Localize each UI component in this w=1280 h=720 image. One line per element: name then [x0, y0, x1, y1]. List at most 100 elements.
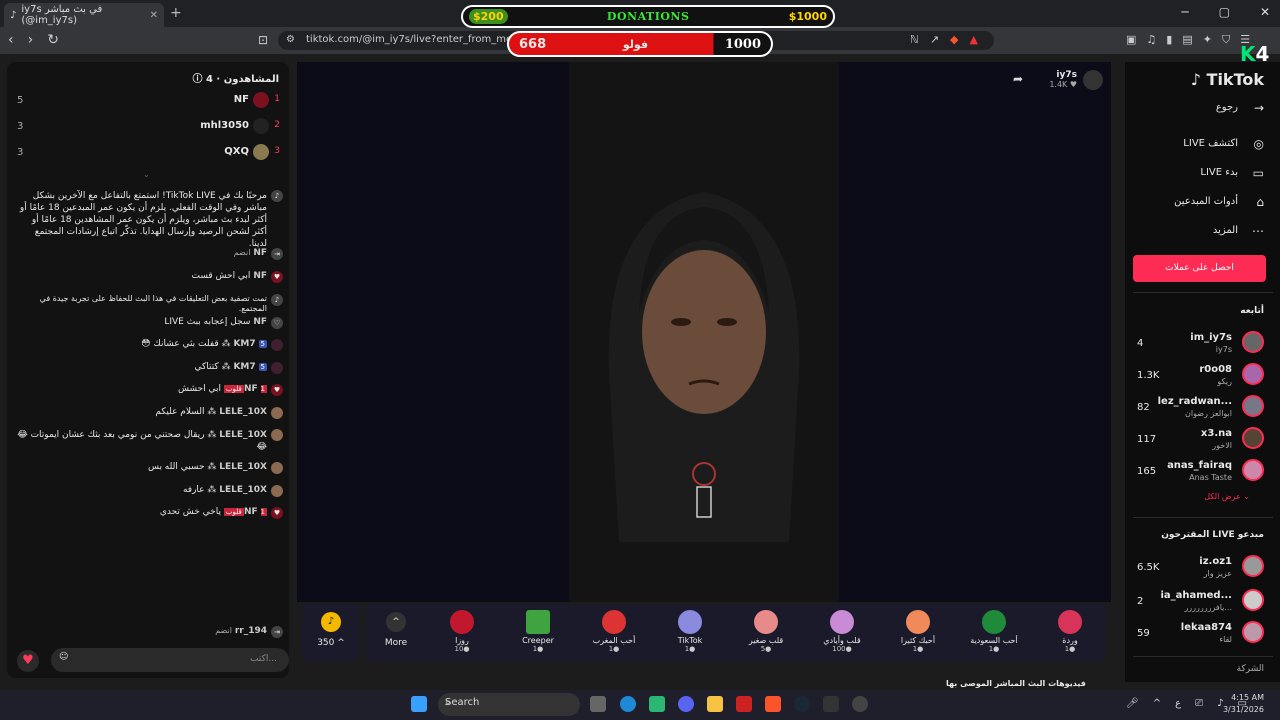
avatar: [253, 92, 269, 108]
donations-bar: $200 DONATIONS $1000: [461, 5, 835, 28]
translate-icon[interactable]: ℕ: [910, 33, 919, 46]
tiktok-logo[interactable]: ♪ TikTok: [1191, 70, 1264, 89]
file-explorer-icon[interactable]: [707, 696, 723, 712]
brave-shield-icon[interactable]: ◆: [950, 33, 958, 46]
chat-input[interactable]: ☺ اكتب...: [51, 648, 289, 672]
close-window-button[interactable]: ✕: [1260, 5, 1270, 19]
gift-item[interactable]: قلب صغير 5●: [736, 610, 796, 653]
new-tab-button[interactable]: +: [170, 5, 182, 21]
coin-balance[interactable]: ♪ 350 ^: [302, 604, 360, 661]
live-stream-stage: iy7s 1.4K ♥ ➦: [297, 62, 1111, 602]
browser-tab[interactable]: ♪ iy7s في بث مباشر (@im_iy7s) ✕: [4, 3, 164, 27]
like-button[interactable]: ♥: [17, 650, 39, 672]
site-info-icon[interactable]: ⚙: [286, 34, 295, 45]
expand-chevron-icon[interactable]: ⌄: [143, 170, 150, 179]
follow-label: فولو: [622, 37, 649, 51]
arrow-right-icon: →: [1253, 101, 1264, 115]
gift-item[interactable]: قلب وأيادي 100●: [812, 610, 872, 653]
suggested-item[interactable]: 59 lekaa874 لقاء: [1125, 620, 1280, 648]
streamer-likes: 1.4K: [1049, 80, 1068, 89]
task-view-icon[interactable]: [590, 696, 606, 712]
join-icon: ⇥: [271, 626, 283, 638]
app-icon[interactable]: [649, 696, 665, 712]
sidebar-icon[interactable]: ▮: [1166, 33, 1172, 47]
gift-item[interactable]: أحب السعودية 1●: [964, 610, 1024, 653]
viewer-rank-row[interactable]: 5 NF 1: [7, 90, 289, 112]
suggested-item[interactable]: 2 ia_ahamed... يافرررررررر...: [1125, 588, 1280, 616]
avatar: [271, 485, 283, 497]
minimize-button[interactable]: ─: [1181, 5, 1188, 19]
chat-message: ♥ NF 1 قلوب ابي احشش: [15, 384, 283, 396]
chat-message: ♥ NF 1 قلوب ياخي خش تحدي: [15, 507, 283, 519]
stream-video[interactable]: [569, 62, 839, 602]
close-tab-icon[interactable]: ✕: [150, 10, 158, 21]
maximize-button[interactable]: ▢: [1219, 5, 1230, 19]
nav-explore-live[interactable]: ◎ اكتشف LIVE: [1124, 137, 1264, 151]
following-item[interactable]: 117 x3.na الاخور: [1125, 426, 1280, 454]
microphone-icon[interactable]: 🎤︎: [1126, 698, 1139, 709]
back-button[interactable]: → رجوع: [1124, 101, 1264, 115]
network-icon[interactable]: ⎚: [1195, 698, 1203, 709]
streamer-info[interactable]: iy7s 1.4K ♥: [1049, 70, 1103, 90]
brave-rewards-icon[interactable]: ▲: [970, 33, 978, 46]
discord-icon[interactable]: [678, 696, 694, 712]
gift-item[interactable]: أحبك كثيرا 1●: [888, 610, 948, 653]
see-all-link[interactable]: عرض الكل ⌄: [1204, 492, 1250, 501]
extension-icons: ℕ ↗ ◆ ▲: [910, 33, 978, 46]
bookmark-icon[interactable]: ⊡: [258, 33, 268, 47]
share-icon[interactable]: ➦: [1013, 72, 1023, 86]
brave-browser-icon[interactable]: [765, 696, 781, 712]
nav-creator-tools[interactable]: ⌂ أدوات المبدعين: [1124, 195, 1264, 209]
tab-title: iy7s في بث مباشر (@im_iy7s): [21, 4, 103, 26]
avatar: [1242, 459, 1264, 481]
suggested-item[interactable]: 6.5K iz.oz1 عزيز وار: [1125, 554, 1280, 582]
gift-item[interactable]: وردة 1●: [1040, 610, 1100, 653]
following-item[interactable]: 1.3K r0o08 ريكو: [1125, 362, 1280, 390]
join-icon: ⇥: [271, 248, 283, 260]
company-link[interactable]: الشركة: [1237, 664, 1264, 674]
tiktok-sidebar: ♪ TikTok → رجوع ◎ اكتشف LIVE ▭ بدء LIVE ⌂ أد…: [1125, 62, 1280, 682]
get-coins-button[interactable]: احصل على عملات: [1133, 255, 1266, 282]
following-item[interactable]: 82 lez_radwan... ابوالعز رضوان: [1125, 394, 1280, 422]
nav-more[interactable]: ⋯ المزيد: [1124, 224, 1264, 238]
donations-current: $200: [469, 9, 508, 24]
gift-item[interactable]: Creeper 1●: [508, 610, 568, 653]
music-icon[interactable]: ♫: [1146, 33, 1156, 47]
capcut-icon[interactable]: [823, 696, 839, 712]
chevron-up-icon[interactable]: ^: [1153, 698, 1161, 709]
language-indicator[interactable]: ع: [1175, 698, 1181, 709]
vpn-icon[interactable]: ⛉: [1222, 33, 1230, 47]
nav-start-live[interactable]: ▭ بدء LIVE: [1124, 166, 1264, 180]
small-heart-gift-icon: [754, 610, 778, 634]
chat-message: 5 KM7 ⁂ كتتاكي: [15, 362, 283, 374]
back-icon[interactable]: ‹: [8, 32, 14, 48]
forward-icon[interactable]: ›: [28, 32, 34, 48]
viewer-rank-row[interactable]: 3 mhl3050 2: [7, 116, 289, 138]
viewers-header: المشاهدون · 4 ⓘ: [192, 74, 280, 85]
donations-goal: $1000: [788, 10, 827, 23]
leo-icon[interactable]: ✦: [1203, 33, 1212, 47]
divider: [1133, 517, 1273, 518]
steam-icon[interactable]: [794, 696, 810, 712]
share-icon[interactable]: ↗: [930, 33, 939, 46]
edge-icon[interactable]: [620, 696, 636, 712]
gift-item[interactable]: روزا 10●: [432, 610, 492, 653]
clock[interactable]: 4:15 AM 3/31/2026: [1223, 692, 1264, 716]
creeper-gift-icon: [526, 610, 550, 634]
wallet-icon[interactable]: ▤: [1182, 33, 1192, 47]
gift-item[interactable]: أحب المغرب 1●: [584, 610, 644, 653]
viewer-rank-row[interactable]: 3 QXQ 3: [7, 142, 289, 164]
taskbar-search[interactable]: ⌕ Search: [438, 693, 580, 716]
gift-item[interactable]: TikTok 1●: [660, 610, 720, 653]
screenshot-icon[interactable]: ▣: [1126, 33, 1136, 47]
obs-icon[interactable]: [852, 696, 868, 712]
following-item[interactable]: 4 im_iy7s iy7s: [1125, 330, 1280, 358]
emoji-icon[interactable]: ☺: [59, 652, 68, 662]
more-gifts-button[interactable]: ^ More: [372, 612, 420, 648]
windows-start-icon[interactable]: [411, 696, 427, 712]
donations-label: DONATIONS: [606, 10, 690, 23]
tiktok-icon: ♪: [271, 190, 283, 202]
following-item[interactable]: 165 anas_fairaq Anas Taste: [1125, 458, 1280, 486]
adobe-icon[interactable]: [736, 696, 752, 712]
reload-icon[interactable]: ↻: [47, 32, 59, 48]
